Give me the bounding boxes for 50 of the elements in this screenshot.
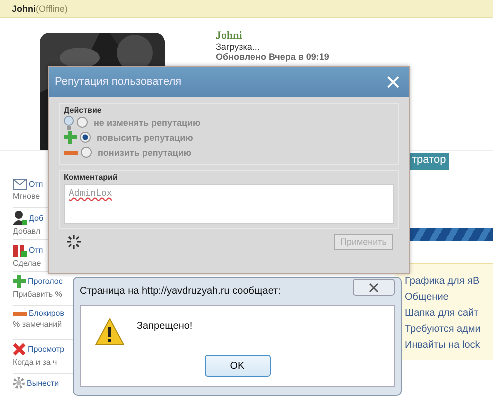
alert-title: Страница на http://yavdruzyah.ru сообщает: [80,286,281,297]
sidebar-link[interactable]: Шапка для сайт [405,306,493,322]
radio-button[interactable] [80,132,91,143]
fieldset-legend: Действие [64,106,394,115]
action-description: Мгнове [13,192,40,201]
cross-icon [13,343,26,356]
minus-icon [13,312,27,316]
mood-text: Загрузка... [216,42,261,52]
action-link[interactable]: Блокиров [29,309,64,318]
gear-icon [13,377,25,389]
radio-button[interactable] [77,117,88,128]
user-name: Johni [12,4,36,14]
user-status: (Offline) [36,4,68,14]
radio-label: повысить репутацию [97,132,194,142]
close-button[interactable] [353,279,395,296]
action-description: % замечаний [13,320,62,329]
plus-icon [64,131,77,144]
ok-button[interactable]: OK [204,355,270,377]
radio-button[interactable] [81,147,92,158]
radio-label: не изменять репутацию [94,118,201,128]
sidebar-link[interactable]: Общение [405,290,493,306]
action-description: Когда и за ч [13,358,58,367]
action-link[interactable]: Вынести [27,378,60,388]
close-icon [369,282,379,292]
action-link[interactable]: Отп [29,180,44,189]
alert-message: Запрещено! [137,321,193,332]
sidebar-link[interactable]: Графика для яВ [405,274,493,290]
fieldset-legend: Комментарий [64,173,394,182]
updated-text: Обновлено Вчера в 09:19 [216,52,330,62]
profile-name: Johni [216,30,244,42]
radio-label: понизить репутацию [98,148,192,158]
sidebar-link[interactable]: Требуются адми [405,322,493,338]
rank-badge: тратор [409,153,450,170]
action-link[interactable]: Проголос [28,277,63,286]
action-description: Добавл [13,227,41,236]
minus-icon [64,150,78,154]
action-link[interactable]: Просмотр [28,345,65,354]
action-description: Прибавить % [13,290,62,299]
dialog-title: Репутация пользователя [55,76,182,88]
spinner-icon [67,235,81,249]
plus-icon [13,275,26,288]
user-add-icon [13,211,27,225]
action-link[interactable]: Доб [29,214,44,222]
envelope-icon [13,179,27,190]
bulb-icon [64,116,74,130]
sidebar-link[interactable]: Инвайты на lock [405,338,493,354]
warning-icon [95,318,125,346]
action-link[interactable]: Отп [29,246,44,254]
action-description: Сделае [13,259,42,268]
gift-icon [13,243,27,257]
